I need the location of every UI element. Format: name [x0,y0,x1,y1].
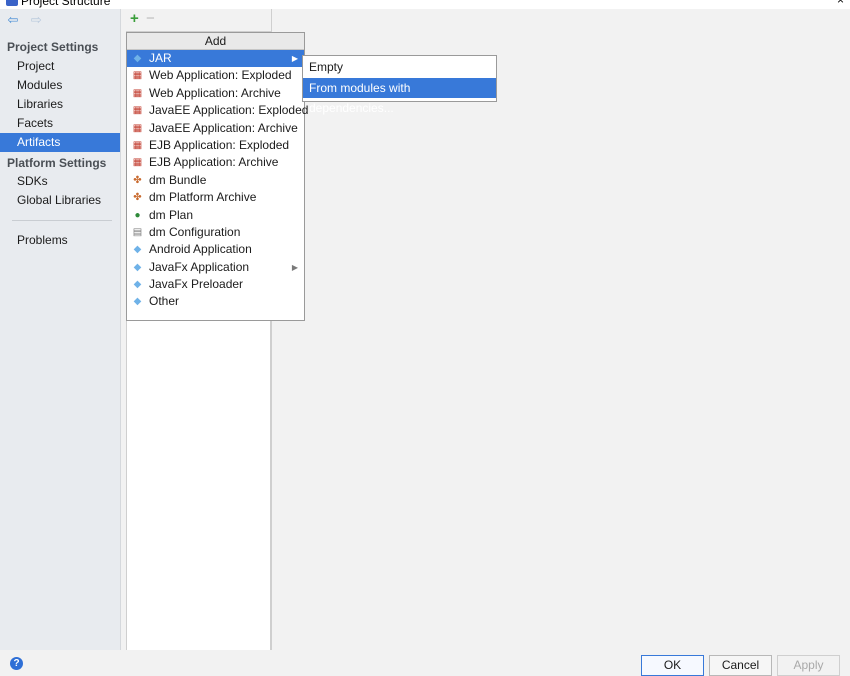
menu-item-label: dm Configuration [149,224,241,239]
menu-item-dm-plan[interactable]: ● dm Plan [127,207,304,224]
arrow-left-icon[interactable]: ⇦ [6,13,20,27]
menu-item-web-app-exploded[interactable]: ▦ Web Application: Exploded [127,67,304,84]
add-artifact-button[interactable]: + [130,11,139,27]
nav-item-sdks[interactable]: SDKs [0,172,120,191]
nav-item-modules[interactable]: Modules [0,76,120,95]
web-app-icon: ▦ [132,70,143,82]
add-artifact-menu: Add ◆ JAR ▶ ▦ Web Application: Exploded … [126,32,309,321]
nav-item-libraries[interactable]: Libraries [0,95,120,114]
menu-item-label: EJB Application: Archive [149,155,279,170]
nav-section-platform-settings: Platform Settings [7,156,107,170]
web-app-icon: ▦ [132,87,143,99]
javaee-icon: ▦ [132,105,143,117]
menu-item-javaee-archive[interactable]: ▦ JavaEE Application: Archive [127,120,304,137]
apply-button[interactable]: Apply [777,655,840,676]
menu-item-javafx-preloader[interactable]: ◆ JavaFx Preloader [127,276,304,293]
menu-item-dm-bundle[interactable]: ✤ dm Bundle [127,172,304,189]
menu-item-other[interactable]: ◆ Other [127,293,304,310]
dialog-footer: ? OK Cancel Apply [0,650,850,676]
menu-item-label: Android Application [149,242,252,257]
menu-item-javaee-exploded[interactable]: ▦ JavaEE Application: Exploded [127,102,309,119]
menu-item-label: JavaEE Application: Archive [149,120,298,135]
app-icon [6,0,18,6]
javafx-icon: ◆ [133,261,142,273]
menu-item-jar[interactable]: ◆ JAR ▶ [127,50,304,68]
jar-icon: ◆ [133,53,142,64]
dm-config-icon: ▤ [132,226,143,238]
remove-artifact-button[interactable]: − [146,11,155,27]
submenu-item-from-modules[interactable]: From modules with dependencies... [303,78,496,115]
submenu-arrow-icon: ▶ [291,54,298,63]
dm-bundle-icon: ✤ [133,174,142,186]
javaee-icon: ▦ [132,122,143,134]
menu-item-ejb-exploded[interactable]: ▦ EJB Application: Exploded [127,137,304,154]
menu-item-dm-platform-archive[interactable]: ✤ dm Platform Archive [127,189,304,206]
ejb-icon: ▦ [132,139,143,151]
nav-item-problems[interactable]: Problems [0,231,120,250]
menu-item-android-application[interactable]: ◆ Android Application [127,241,304,258]
menu-item-label: Other [149,294,180,309]
ejb-icon: ▦ [132,157,143,169]
arrow-right-icon[interactable]: ⇨ [29,13,43,27]
nav-item-artifacts[interactable]: Artifacts [0,133,120,152]
javafx-icon: ◆ [133,279,142,291]
history-arrows: ⇦ ⇨ [6,13,49,29]
menu-item-label: JavaFx Preloader [149,277,244,292]
nav-divider [12,220,112,221]
menu-item-label: JAR [149,51,172,65]
dm-platform-icon: ✤ [133,192,142,204]
menu-item-ejb-archive[interactable]: ▦ EJB Application: Archive [127,154,304,171]
ok-button[interactable]: OK [641,655,704,676]
submenu-arrow-icon: ▶ [291,262,298,272]
window-title: Project Structure [21,0,111,8]
submenu-item-empty[interactable]: Empty [303,57,496,77]
nav-item-facets[interactable]: Facets [0,114,120,133]
menu-item-label: EJB Application: Exploded [149,137,290,152]
menu-item-dm-configuration[interactable]: ▤ dm Configuration [127,224,304,241]
android-icon: ◆ [133,244,142,256]
close-icon[interactable]: × [837,0,844,7]
other-icon: ◆ [133,296,142,308]
nav-item-project[interactable]: Project [0,57,120,76]
title-bar: Project Structure × [0,0,850,9]
settings-nav: ⇦ ⇨ Project Settings Project Modules Lib… [0,9,121,650]
menu-item-web-app-archive[interactable]: ▦ Web Application: Archive [127,85,304,102]
menu-item-label: Web Application: Archive [149,85,281,100]
menu-item-label: JavaFx Application [149,259,250,274]
menu-item-label: Web Application: Exploded [149,68,292,83]
menu-item-label: dm Platform Archive [149,190,257,205]
menu-header: Add [127,33,304,50]
menu-item-javafx-application[interactable]: ◆ JavaFx Application ▶ [127,259,304,276]
nav-item-global-libraries[interactable]: Global Libraries [0,191,120,210]
nav-section-project-settings: Project Settings [7,40,99,54]
menu-item-label: dm Bundle [149,172,207,187]
cancel-button[interactable]: Cancel [709,655,772,676]
help-icon[interactable]: ? [10,657,23,670]
menu-item-label: dm Plan [149,207,194,222]
jar-submenu: Empty From modules with dependencies... [302,55,497,115]
dm-plan-icon: ● [134,209,141,221]
menu-item-label: JavaEE Application: Exploded [149,103,309,118]
